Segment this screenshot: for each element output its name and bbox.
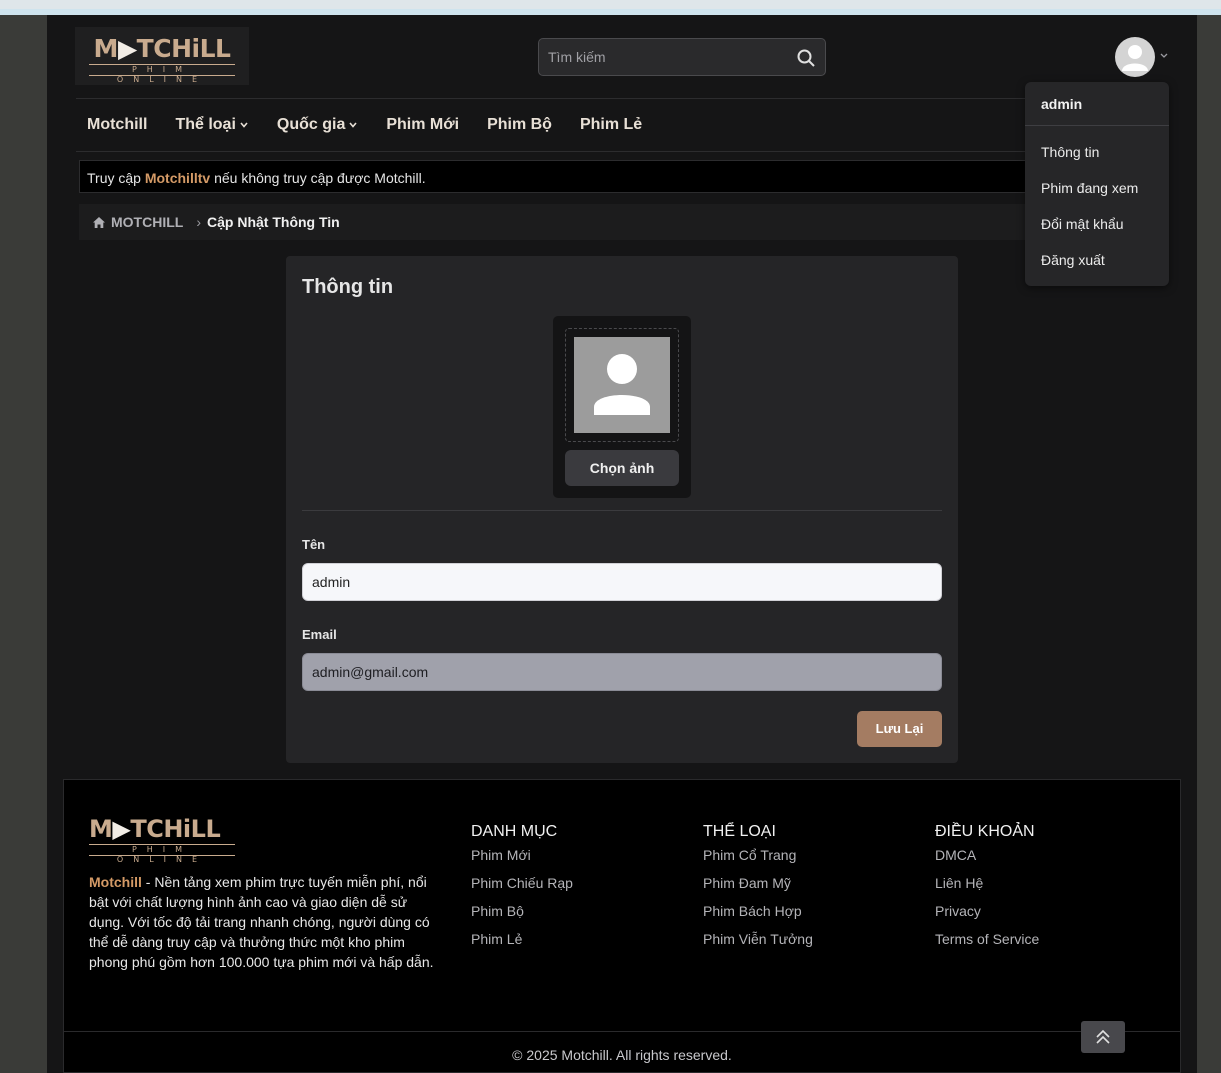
page-title: Thông tin bbox=[302, 276, 394, 298]
nav-item-series[interactable]: Phim Bộ bbox=[487, 116, 552, 134]
avatar-dropzone[interactable] bbox=[565, 328, 679, 442]
chevron-down-icon bbox=[349, 122, 357, 128]
footer-column-terms: ĐIỀU KHOẢN DMCA Liên Hệ Privacy Terms of… bbox=[935, 823, 1039, 959]
footer-divider bbox=[64, 1031, 1180, 1032]
breadcrumb-current: Cập Nhật Thông Tin bbox=[207, 214, 340, 230]
avatar[interactable] bbox=[1115, 37, 1155, 77]
footer-link[interactable]: Liên Hệ bbox=[935, 875, 1039, 903]
notice-link[interactable]: Motchilltv bbox=[145, 170, 210, 186]
breadcrumb-home[interactable]: MOTCHILL bbox=[92, 214, 183, 230]
footer-link[interactable]: Phim Mới bbox=[471, 847, 573, 875]
copyright: © 2025 Motchill. All rights reserved. bbox=[512, 1047, 732, 1063]
nav-item-single-movies[interactable]: Phim Lẻ bbox=[580, 116, 642, 134]
footer-link[interactable]: DMCA bbox=[935, 847, 1039, 875]
user-icon bbox=[1122, 45, 1148, 71]
footer-description: Motchill - Nền tảng xem phim trực tuyến … bbox=[89, 874, 434, 970]
nav-item-genres[interactable]: Thể loại bbox=[175, 116, 248, 134]
access-notice: Truy cập Motchilltv nếu không truy cập đ… bbox=[79, 160, 1079, 193]
menu-item-change-password[interactable]: Đổi mật khẩu bbox=[1041, 216, 1123, 232]
dropdown-username: admin bbox=[1041, 96, 1083, 112]
footer-link[interactable]: Phim Lẻ bbox=[471, 931, 573, 959]
footer-link[interactable]: Phim Cổ Trang bbox=[703, 847, 813, 875]
nav-divider bbox=[76, 151, 1076, 152]
breadcrumb-separator-icon: › bbox=[196, 214, 201, 230]
chevron-down-icon bbox=[1160, 53, 1168, 58]
logo-wordmark: M▶TCHiLL bbox=[93, 33, 231, 63]
footer-link[interactable]: Phim Chiếu Rạp bbox=[471, 875, 573, 903]
breadcrumb: MOTCHILL › Cập Nhật Thông Tin bbox=[79, 204, 1079, 240]
avatar-upload: Chọn ảnh bbox=[553, 316, 691, 498]
profile-card: Thông tin Chọn ảnh Tên admin Email admin… bbox=[286, 256, 958, 763]
double-chevron-up-icon bbox=[1096, 1029, 1110, 1044]
footer-link[interactable]: Phim Viễn Tưởng bbox=[703, 931, 813, 959]
user-dropdown-menu: admin Thông tin Phim đang xem Đổi mật kh… bbox=[1025, 82, 1169, 286]
dropdown-divider bbox=[1025, 125, 1169, 126]
footer-column-genres: THỂ LOẠI Phim Cổ Trang Phim Đam Mỹ Phim … bbox=[703, 823, 813, 959]
footer-link[interactable]: Phim Bách Hợp bbox=[703, 903, 813, 931]
email-field: admin@gmail.com bbox=[302, 653, 942, 691]
footer-link[interactable]: Phim Đam Mỹ bbox=[703, 875, 813, 903]
nav-item-new-movies[interactable]: Phim Mới bbox=[386, 116, 459, 134]
card-divider bbox=[302, 510, 942, 511]
site-logo[interactable]: M▶TCHiLL PHIM ONLINE bbox=[75, 27, 249, 85]
name-label: Tên bbox=[302, 537, 326, 552]
browser-top-strip bbox=[0, 0, 1221, 15]
chevron-down-icon bbox=[240, 122, 248, 128]
back-to-top-button[interactable] bbox=[1081, 1021, 1125, 1053]
user-menu-toggle[interactable] bbox=[1115, 37, 1171, 77]
footer-logo[interactable]: M▶TCHiLL PHIM ONLINE bbox=[89, 817, 235, 864]
menu-item-profile[interactable]: Thông tin bbox=[1041, 144, 1099, 160]
nav-item-home[interactable]: Motchill bbox=[87, 116, 147, 134]
search-icon[interactable] bbox=[797, 49, 815, 67]
footer-column-categories: DANH MỤC Phim Mới Phim Chiếu Rạp Phim Bộ… bbox=[471, 823, 573, 959]
nav-item-countries[interactable]: Quốc gia bbox=[277, 116, 358, 134]
page-container: M▶TCHiLL PHIM ONLINE Tìm kiếm Motchill T… bbox=[47, 15, 1197, 1073]
email-label: Email bbox=[302, 627, 337, 642]
search-placeholder: Tìm kiếm bbox=[548, 49, 606, 65]
footer-link[interactable]: Privacy bbox=[935, 903, 1039, 931]
home-icon bbox=[93, 216, 105, 228]
header-divider bbox=[76, 98, 1076, 99]
menu-item-logout[interactable]: Đăng xuất bbox=[1041, 252, 1105, 268]
main-nav: Motchill Thể loại Quốc gia Phim Mới Phim… bbox=[87, 116, 670, 134]
footer: M▶TCHiLL PHIM ONLINE Motchill - Nền tảng… bbox=[63, 779, 1181, 1073]
name-field[interactable]: admin bbox=[302, 563, 942, 601]
footer-link[interactable]: Terms of Service bbox=[935, 931, 1039, 959]
logo-subtitle: PHIM ONLINE bbox=[89, 63, 235, 84]
search-input[interactable]: Tìm kiếm bbox=[538, 38, 826, 76]
save-button[interactable]: Lưu Lại bbox=[857, 711, 942, 747]
choose-image-button[interactable]: Chọn ảnh bbox=[565, 450, 679, 486]
menu-item-watching[interactable]: Phim đang xem bbox=[1041, 180, 1138, 196]
footer-link[interactable]: Phim Bộ bbox=[471, 903, 573, 931]
user-icon bbox=[594, 354, 650, 415]
avatar-placeholder bbox=[574, 337, 670, 433]
